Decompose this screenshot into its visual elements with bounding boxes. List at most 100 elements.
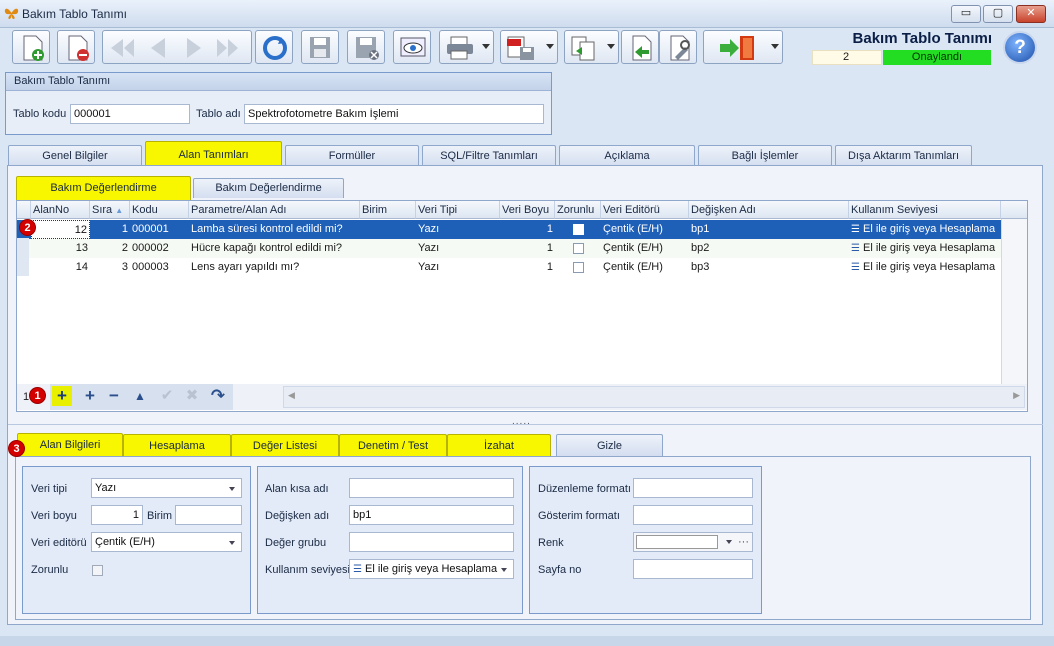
col-degisken-adi[interactable]: Değişken Adı [689, 201, 849, 219]
tab-alan-bilgileri[interactable]: Alan Bilgileri [17, 433, 123, 457]
cell-degisken[interactable]: bp2 [689, 239, 849, 258]
col-alanno[interactable]: AlanNo [31, 201, 90, 219]
table-code-input[interactable] [70, 104, 190, 124]
cell-sira[interactable]: 2 [90, 239, 130, 258]
delete-button[interactable] [57, 30, 95, 64]
cell-veri-boyu[interactable]: 1 [500, 220, 555, 239]
cell-veri-boyu[interactable]: 1 [500, 258, 555, 277]
cell-kullanim[interactable]: ☰ El ile giriş veya Hesaplama [849, 239, 1001, 258]
col-veri-editoru[interactable]: Veri Editörü [601, 201, 689, 219]
col-birim[interactable]: Birim [360, 201, 416, 219]
cell-birim[interactable] [360, 220, 416, 239]
scroll-left-icon[interactable]: ◀ [288, 390, 295, 401]
cell-parametre[interactable]: Hücre kapağı kontrol edildi mi? [189, 239, 360, 258]
exit-button[interactable] [703, 30, 783, 64]
cell-kodu[interactable]: 000003 [130, 258, 189, 277]
tab-formuller[interactable]: Formüller [285, 145, 419, 166]
tab-disa-aktarim[interactable]: Dışa Aktarım Tanımları [835, 145, 972, 166]
redo-button[interactable]: ↷ [208, 386, 228, 406]
cancel-save-button[interactable] [347, 30, 385, 64]
tab-deger-listesi[interactable]: Değer Listesi [231, 434, 339, 456]
deger-grubu-input[interactable] [349, 532, 514, 552]
tab-denetim-test[interactable]: Denetim / Test [339, 434, 447, 456]
cell-alanno[interactable]: 12 [31, 220, 90, 239]
cell-sira[interactable]: 3 [90, 258, 130, 277]
cell-zorunlu-checkbox[interactable] [573, 224, 584, 235]
cell-veri-boyu[interactable]: 1 [500, 239, 555, 258]
cell-degisken[interactable]: bp1 [689, 220, 849, 239]
gosterim-formati-input[interactable] [633, 505, 753, 525]
back-button[interactable] [621, 30, 659, 64]
tab-alan-tanimlari[interactable]: Alan Tanımları [145, 141, 282, 166]
scroll-right-icon[interactable]: ▶ [1013, 390, 1020, 401]
chevron-down-icon[interactable] [726, 540, 732, 544]
zorunlu-checkbox[interactable] [92, 565, 103, 576]
col-kodu[interactable]: Kodu [130, 201, 189, 219]
print-button[interactable] [439, 30, 494, 64]
cell-zorunlu-checkbox[interactable] [573, 243, 584, 254]
tab-sql-filtre[interactable]: SQL/Filtre Tanımları [422, 145, 556, 166]
cell-veri-editoru[interactable]: Çentik (E/H) [601, 258, 689, 277]
cell-veri-tipi[interactable]: Yazı [416, 258, 500, 277]
cell-parametre[interactable]: Lens ayarı yapıldı mı? [189, 258, 360, 277]
subtab-parametreler[interactable]: Bakım Değerlendirme Parametreleri [16, 176, 191, 217]
cancel-edit-button[interactable]: ✖ [182, 386, 202, 406]
col-veri-boyu[interactable]: Veri Boyu [500, 201, 555, 219]
col-veri-tipi[interactable]: Veri Tipi [416, 201, 500, 219]
insert-row-button[interactable]: + [80, 386, 100, 406]
cell-parametre[interactable]: Lamba süresi kontrol edildi mi? [189, 220, 360, 239]
next-record-icon[interactable] [187, 38, 201, 58]
copy-button[interactable] [564, 30, 619, 64]
col-sira[interactable]: Sıra ▲ [90, 201, 130, 219]
cell-alanno[interactable]: 14 [31, 258, 90, 277]
cell-kodu[interactable]: 000001 [130, 220, 189, 239]
preview-button[interactable] [393, 30, 431, 64]
kullanim-seviyesi-select[interactable]: ☰ El ile giriş veya Hesaplama [349, 559, 514, 579]
veri-editoru-select[interactable]: Çentik (E/H) [91, 532, 242, 552]
minimize-button[interactable]: ▭ [951, 5, 981, 23]
more-icon[interactable]: ··· [738, 533, 749, 551]
maximize-button[interactable]: ▢ [983, 5, 1013, 23]
table-row[interactable]: 14 3 000003 Lens ayarı yapıldı mı? Yazı … [17, 258, 1001, 277]
subtab-tanimlar[interactable]: Bakım Değerlendirme Tanımları [193, 178, 344, 213]
cell-alanno[interactable]: 13 [31, 239, 90, 258]
prev-record-icon[interactable] [151, 38, 165, 58]
degisken-adi-input[interactable] [349, 505, 514, 525]
veri-tipi-select[interactable]: Yazı [91, 478, 242, 498]
col-zorunlu[interactable]: Zorunlu [555, 201, 601, 219]
pdf-export-button[interactable] [500, 30, 558, 64]
save-button[interactable] [301, 30, 339, 64]
splitter-handle[interactable]: ..... [512, 416, 531, 427]
col-parametre[interactable]: Parametre/Alan Adı [189, 201, 360, 219]
tab-izahat[interactable]: İzahat [447, 434, 551, 456]
help-button[interactable]: ? [1003, 31, 1037, 64]
last-record-icon[interactable] [217, 39, 238, 57]
cell-veri-tipi[interactable]: Yazı [416, 220, 500, 239]
confirm-button[interactable]: ✔ [157, 386, 177, 406]
tab-aciklama[interactable]: Açıklama [559, 145, 695, 166]
birim-input[interactable] [175, 505, 242, 525]
cell-kullanim[interactable]: ☰ El ile giriş veya Hesaplama [849, 220, 1001, 239]
table-name-input[interactable] [244, 104, 544, 124]
cell-kodu[interactable]: 000002 [130, 239, 189, 258]
tab-hesaplama[interactable]: Hesaplama [123, 434, 231, 456]
cell-veri-editoru[interactable]: Çentik (E/H) [601, 220, 689, 239]
cell-birim[interactable] [360, 258, 416, 277]
cell-veri-editoru[interactable]: Çentik (E/H) [601, 239, 689, 258]
tab-bagli-islemler[interactable]: Bağlı İşlemler [698, 145, 832, 166]
duzenleme-formati-input[interactable] [633, 478, 753, 498]
new-button[interactable] [12, 30, 50, 64]
refresh-button[interactable] [255, 30, 293, 64]
move-up-button[interactable]: ▲ [130, 386, 150, 406]
first-record-icon[interactable] [111, 39, 134, 57]
cell-degisken[interactable]: bp3 [689, 258, 849, 277]
col-kullanim[interactable]: Kullanım Seviyesi [849, 201, 1001, 219]
cell-sira[interactable]: 1 [90, 220, 130, 239]
cell-kullanim[interactable]: ☰ El ile giriş veya Hesaplama [849, 258, 1001, 277]
cell-zorunlu-checkbox[interactable] [573, 262, 584, 273]
horizontal-scrollbar[interactable]: ◀ ▶ [283, 386, 1025, 408]
tab-genel-bilgiler[interactable]: Genel Bilgiler [8, 145, 142, 166]
tab-gizle[interactable]: Gizle [556, 434, 663, 456]
add-row-button[interactable]: + [52, 386, 72, 406]
close-button[interactable]: ✕ [1016, 5, 1046, 23]
